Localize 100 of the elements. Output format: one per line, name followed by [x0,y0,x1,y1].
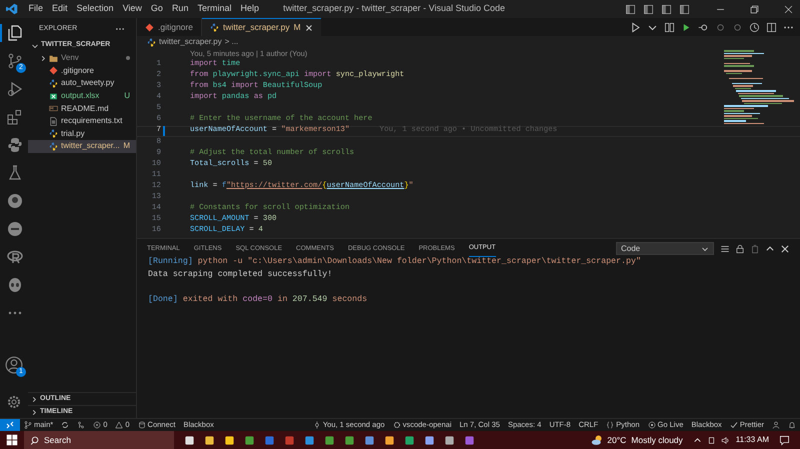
lock-icon[interactable] [735,244,745,254]
commit-icon[interactable] [698,22,709,32]
weather-cloud-icon [590,434,604,446]
explorer-row[interactable]: .gitignore [28,64,136,78]
braces-icon [606,421,614,429]
menu-item[interactable]: Edit [48,2,72,16]
chevron-right-icon [40,54,47,62]
app-icon[interactable] [384,434,395,446]
explorer-row[interactable]: Venv [28,52,136,65]
layout-panel-icon[interactable] [643,4,654,14]
markdown-icon [49,104,58,114]
output-line: [Done] exited with code=0 in 207.549 seconds [148,294,368,306]
browser-icon[interactable] [344,434,355,446]
bell-icon [788,421,796,429]
app-icon[interactable] [424,434,435,446]
menu-item[interactable]: File [24,2,48,16]
explorer-row[interactable]: auto_tweety.py [28,77,136,90]
check-icon [730,421,738,429]
broadcast-icon [648,421,656,429]
menu-item[interactable]: Help [236,2,264,16]
files-icon[interactable] [7,25,23,41]
remote-button[interactable] [0,418,20,432]
close-icon[interactable] [780,244,790,254]
source-control-icon[interactable] [7,53,23,69]
chat-icon[interactable] [364,434,375,446]
clock-text: 11:33 AM [736,434,769,446]
breadcrumb-item[interactable]: twitter_scraper.py [159,36,222,48]
explorer-row[interactable]: README.md [28,102,136,115]
explorer-row[interactable]: twitter_scraper... M [28,140,136,153]
search-icon [30,436,39,444]
weather-text: Mostly cloudy [631,434,683,446]
run-icon[interactable] [630,22,641,32]
browser-icon[interactable] [244,434,255,446]
menu-item[interactable]: Selection [72,2,118,16]
app-icon[interactable] [224,434,235,446]
folder-icon [49,54,58,63]
run-debug-icon[interactable] [7,81,23,97]
chevron-down-icon [701,244,709,252]
browser-icon[interactable] [324,434,335,446]
layout-sidebar-icon[interactable] [625,4,636,14]
warning-icon [115,421,124,429]
circle-icon[interactable] [715,22,726,32]
code-editor-icon[interactable] [304,434,315,446]
list-filter-icon[interactable] [720,244,730,254]
terminal-icon[interactable] [444,434,455,446]
explorer-row[interactable]: recquirements.txt [28,114,136,128]
person-icon [772,421,780,429]
menu-item[interactable]: Terminal [192,2,236,16]
git-diamond-icon [49,66,58,76]
python-file-icon [49,78,58,88]
vscode-logo-icon [6,3,18,15]
menu-item[interactable]: View [118,2,146,16]
clear-icon[interactable] [750,244,760,254]
restore-icon[interactable] [749,4,760,14]
play-icon[interactable] [681,22,692,32]
chevron-up-icon[interactable] [765,244,775,254]
gear-icon [392,421,401,429]
editor-tab[interactable]: twitter_scraper.py M [202,18,321,36]
document-icon[interactable] [264,434,275,446]
circle-icon[interactable] [732,22,743,32]
explorer-row[interactable]: trial.py [28,128,136,140]
python-file-icon [49,142,58,151]
sync-icon [61,421,70,429]
chevron-up-icon[interactable] [692,436,702,444]
menu-item[interactable]: Run [167,2,193,16]
task-view-icon[interactable] [184,434,195,446]
commit-icon [312,421,321,429]
flask-icon[interactable] [7,165,23,181]
menu-item[interactable]: Go [146,2,168,16]
timer-icon[interactable] [749,22,760,32]
output-channel-dropdown[interactable]: Code [616,242,714,255]
settings-icon[interactable] [6,394,22,410]
windows-start-icon[interactable] [6,434,18,446]
close-icon[interactable] [783,4,794,14]
notifications-icon[interactable] [779,434,790,446]
explorer-row[interactable]: output.xlsx U [28,90,136,102]
speaker-icon[interactable] [720,436,730,444]
python-file-icon [210,23,219,32]
spreadsheet-icon[interactable] [404,434,415,446]
close-icon[interactable] [304,24,313,32]
database-icon [138,421,146,429]
extensions-icon[interactable] [7,109,23,125]
git-diamond-icon [145,22,154,32]
output-line: Data scraping completed successfully! [148,268,332,281]
temperature-text: 20°C [607,434,626,446]
remote-icon [6,421,14,429]
layout-split-icon[interactable] [661,4,672,14]
network-icon[interactable] [706,436,716,444]
r-icon[interactable] [7,249,23,265]
python-file-icon [49,129,58,138]
taskbar-search-field[interactable]: Search [24,431,174,449]
folder-icon[interactable] [204,434,215,446]
graph-icon [77,421,86,429]
compare-icon[interactable] [664,22,675,32]
layout-grid-icon[interactable] [679,4,690,14]
breadcrumb-item[interactable]: > ... [224,36,238,48]
python-icon[interactable] [7,137,23,153]
split-editor-icon[interactable] [766,22,777,32]
window-title: twitter_scraper.py - twitter_scraper - Visual Studio Code [283,2,505,16]
account-icon[interactable] [5,356,23,374]
